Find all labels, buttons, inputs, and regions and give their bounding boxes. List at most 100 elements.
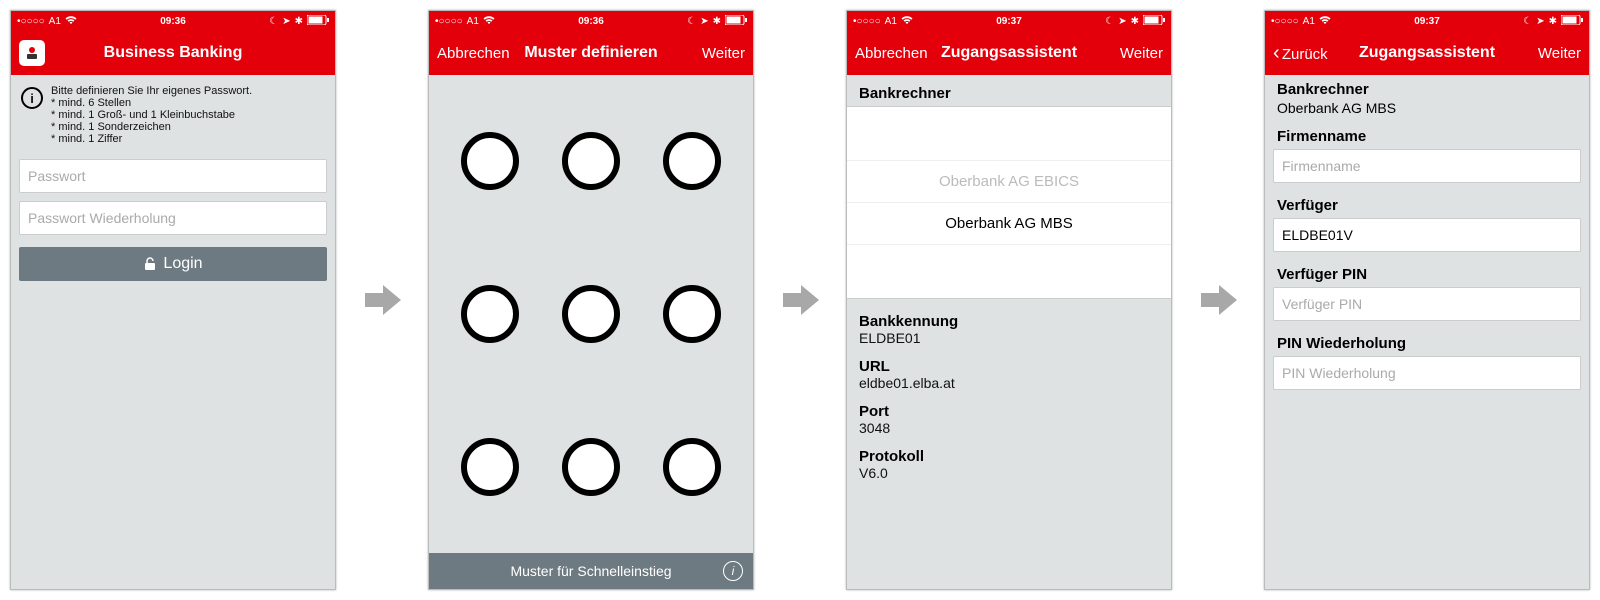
pattern-grid[interactable] xyxy=(429,75,753,553)
flow-arrow-icon xyxy=(1197,279,1239,321)
firmenname-input[interactable]: Firmenname xyxy=(1273,149,1581,183)
picker-row-blank xyxy=(847,107,1171,161)
port-value: 3048 xyxy=(859,420,1159,436)
bankkennung-value: ELDBE01 xyxy=(859,330,1159,346)
login-label: Login xyxy=(163,255,202,273)
next-button[interactable]: Weiter xyxy=(702,45,745,62)
login-button[interactable]: Login xyxy=(19,247,327,281)
url-value: eldbe01.elba.at xyxy=(859,375,1159,391)
signal-dots-icon: •○○○○ xyxy=(17,16,45,27)
password-rules-text: Bitte definieren Sie Ihr eigenes Passwor… xyxy=(51,85,252,145)
protokoll-value: V6.0 xyxy=(859,465,1159,481)
pattern-dot[interactable] xyxy=(663,132,721,190)
pattern-dot[interactable] xyxy=(461,132,519,190)
protokoll: Protokoll V6.0 xyxy=(847,442,1171,487)
protokoll-label: Protokoll xyxy=(859,448,1159,465)
status-bar: •○○○○ A1 09:37 ☾ ➤ ✱ xyxy=(1265,11,1589,31)
picker-row-selected[interactable]: Oberbank AG MBS xyxy=(847,202,1171,244)
picker-row[interactable]: Oberbank AG EBICS xyxy=(847,161,1171,202)
picker-row-blank xyxy=(847,244,1171,298)
status-time: 09:37 xyxy=(1414,16,1440,27)
signal-dots-icon: •○○○○ xyxy=(435,16,463,27)
screen-2-pattern: •○○○○ A1 09:36 ☾ ➤ ✱ Abbrechen Muster de… xyxy=(428,10,754,590)
back-button[interactable]: ‹ Zurück xyxy=(1273,42,1328,65)
pin-input[interactable]: Verfüger PIN xyxy=(1273,287,1581,321)
pin-repeat-label: PIN Wiederholung xyxy=(1265,329,1589,354)
chevron-left-icon: ‹ xyxy=(1273,42,1280,64)
moon-icon: ☾ xyxy=(687,16,696,27)
signal-dots-icon: •○○○○ xyxy=(853,16,881,27)
port-label: Port xyxy=(859,403,1159,420)
moon-icon: ☾ xyxy=(1105,16,1114,27)
carrier-label: A1 xyxy=(1303,16,1315,27)
moon-icon: ☾ xyxy=(1523,16,1532,27)
pin-repeat-input[interactable]: PIN Wiederholung xyxy=(1273,356,1581,390)
pattern-dot[interactable] xyxy=(663,285,721,343)
bluetooth-icon: ✱ xyxy=(1549,16,1557,27)
firmenname-label: Firmenname xyxy=(1265,122,1589,147)
bluetooth-icon: ✱ xyxy=(1131,16,1139,27)
footer-bar: Muster für Schnelleinstieg i xyxy=(429,553,753,589)
bank-value: Oberbank AG MBS xyxy=(1265,100,1589,122)
bluetooth-icon: ✱ xyxy=(295,16,303,27)
wifi-icon xyxy=(65,15,77,28)
info-icon: i xyxy=(21,87,43,109)
pattern-dot[interactable] xyxy=(562,285,620,343)
screen-1-password: •○○○○ A1 09:36 ☾ ➤ ✱ Business Banking i xyxy=(10,10,336,590)
password-repeat-input[interactable]: Passwort Wiederholung xyxy=(19,201,327,235)
wifi-icon xyxy=(901,15,913,28)
carrier-label: A1 xyxy=(885,16,897,27)
nav-title: Zugangsassistent xyxy=(935,44,1083,62)
pattern-dot[interactable] xyxy=(461,438,519,496)
nav-bar: Business Banking xyxy=(11,31,335,75)
next-button[interactable]: Weiter xyxy=(1538,45,1581,62)
password-rules: i Bitte definieren Sie Ihr eigenes Passw… xyxy=(11,75,335,155)
battery-icon xyxy=(1143,15,1165,28)
battery-icon xyxy=(725,15,747,28)
pin-label: Verfüger PIN xyxy=(1265,260,1589,285)
nav-bar: ‹ Zurück Zugangsassistent Weiter xyxy=(1265,31,1589,75)
bankkennung-label: Bankkennung xyxy=(859,313,1159,330)
carrier-label: A1 xyxy=(49,16,61,27)
location-icon: ➤ xyxy=(700,16,708,27)
bank-picker[interactable]: Oberbank AG EBICS Oberbank AG MBS xyxy=(847,106,1171,299)
cancel-button[interactable]: Abbrechen xyxy=(855,45,928,62)
pattern-dot[interactable] xyxy=(461,285,519,343)
location-icon: ➤ xyxy=(282,16,290,27)
flow-arrow-icon xyxy=(361,279,403,321)
url: URL eldbe01.elba.at xyxy=(847,352,1171,397)
port: Port 3048 xyxy=(847,397,1171,442)
verfueger-label: Verfüger xyxy=(1265,191,1589,216)
pattern-dot[interactable] xyxy=(562,438,620,496)
nav-title: Zugangsassistent xyxy=(1353,44,1501,62)
footer-label: Muster für Schnelleinstieg xyxy=(510,563,671,579)
status-time: 09:37 xyxy=(996,16,1022,27)
status-bar: •○○○○ A1 09:36 ☾ ➤ ✱ xyxy=(429,11,753,31)
unlock-icon xyxy=(143,257,157,271)
wifi-icon xyxy=(483,15,495,28)
nav-bar: Abbrechen Muster definieren Weiter xyxy=(429,31,753,75)
flow-arrow-icon xyxy=(779,279,821,321)
wifi-icon xyxy=(1319,15,1331,28)
bankkennung: Bankkennung ELDBE01 xyxy=(847,307,1171,352)
location-icon: ➤ xyxy=(1536,16,1544,27)
carrier-label: A1 xyxy=(467,16,479,27)
moon-icon: ☾ xyxy=(269,16,278,27)
screen-3-bank-select: •○○○○ A1 09:37 ☾ ➤ ✱ Abbrechen Zugangsas… xyxy=(846,10,1172,590)
info-icon[interactable]: i xyxy=(723,561,743,581)
pattern-dot[interactable] xyxy=(562,132,620,190)
pattern-dot[interactable] xyxy=(663,438,721,496)
password-input[interactable]: Passwort xyxy=(19,159,327,193)
battery-icon xyxy=(1561,15,1583,28)
back-label: Zurück xyxy=(1282,46,1328,63)
battery-icon xyxy=(307,15,329,28)
bank-label: Bankrechner xyxy=(847,75,1171,106)
next-button[interactable]: Weiter xyxy=(1120,45,1163,62)
nav-bar: Abbrechen Zugangsassistent Weiter xyxy=(847,31,1171,75)
nav-title: Business Banking xyxy=(49,44,297,62)
app-icon xyxy=(19,40,45,66)
cancel-button[interactable]: Abbrechen xyxy=(437,45,510,62)
verfueger-input[interactable]: ELDBE01V xyxy=(1273,218,1581,252)
location-icon: ➤ xyxy=(1118,16,1126,27)
screen-4-credentials: •○○○○ A1 09:37 ☾ ➤ ✱ ‹ Zurück Zugangsass… xyxy=(1264,10,1590,590)
